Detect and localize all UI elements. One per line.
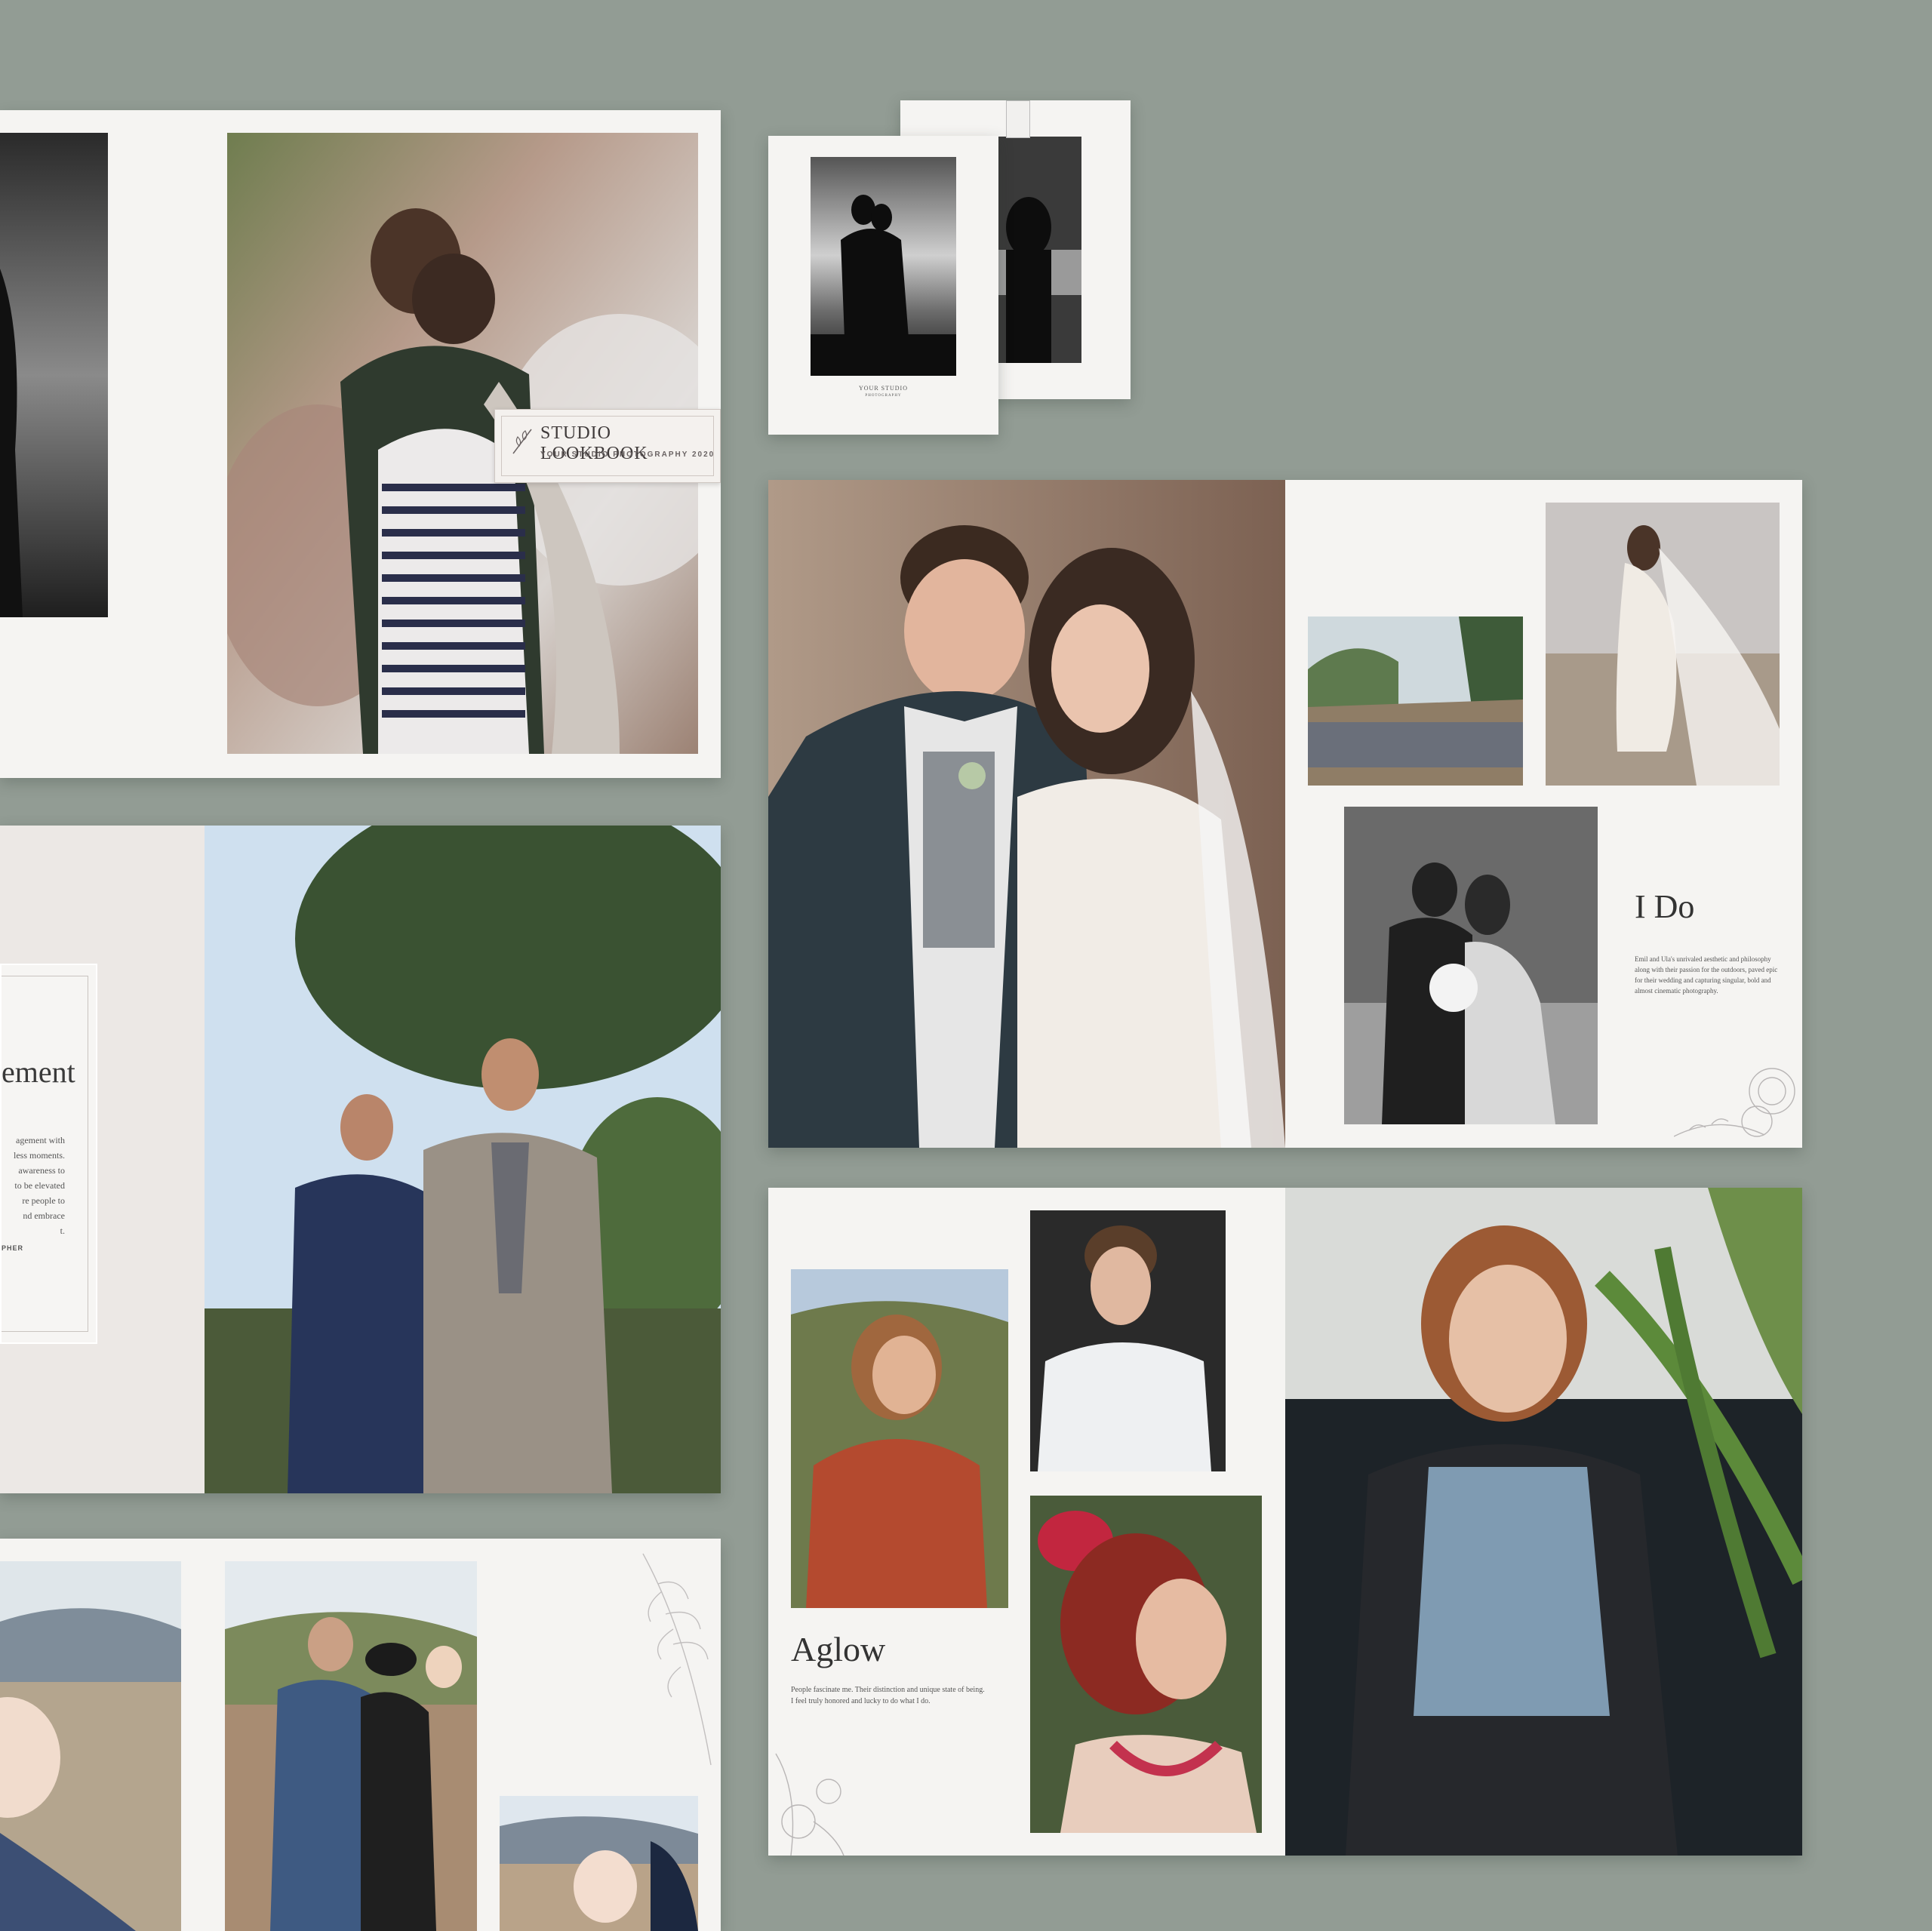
i-do-body: Emil and Ula's unrivaled aesthetic and p… (1635, 955, 1778, 995)
laughing-woman-photo (791, 1269, 1008, 1608)
leaf-ornament-icon (642, 1553, 712, 1766)
card-studio-name: YOUR STUDIO (859, 385, 908, 392)
baby-closeup-photo (500, 1796, 698, 1931)
bw-couple-photo (1344, 807, 1598, 1124)
card-back-photo (998, 137, 1081, 363)
grooms-photo (205, 826, 721, 1493)
floral-ornament-icon (775, 1753, 844, 1856)
lookbook-cover-spread: STUDIO LOOKBOOK YOUR STUDIO PHOTOGRAPHY … (0, 110, 721, 778)
aglow-title: Aglow (791, 1630, 886, 1668)
bride-beach-photo (1546, 503, 1780, 786)
studio-lookbook-badge: STUDIO LOOKBOOK YOUR STUDIO PHOTOGRAPHY … (494, 409, 721, 483)
leaf-icon (512, 429, 532, 454)
headpiece-woman-photo (1030, 1496, 1262, 1833)
wedding-couple-photo (768, 480, 1285, 1148)
aglow-spread: Aglow People fascinate me. Their distinc… (768, 1188, 1802, 1856)
card-silhouette-photo (811, 157, 956, 376)
ceremony-photo (1308, 617, 1523, 786)
engagement-credit: PHER (2, 1244, 24, 1252)
bw-silhouette-photo (0, 133, 108, 617)
family-photo (225, 1561, 477, 1931)
overalls-woman-photo (1285, 1188, 1802, 1856)
floral-ornament-icon (1674, 1068, 1795, 1137)
i-do-spread: I Do Emil and Ula's unrivaled aesthetic … (768, 480, 1802, 1148)
card-front: YOUR STUDIO PHOTOGRAPHY (768, 136, 998, 435)
young-man-photo (1030, 1210, 1226, 1471)
card-studio-sub: PHOTOGRAPHY (865, 394, 902, 398)
engagement-text-panel: ement agement with less moments. awarene… (0, 964, 97, 1344)
family-spread (0, 1539, 721, 1931)
landscape-baby-photo (0, 1561, 181, 1931)
lookbook-subtitle: YOUR STUDIO PHOTOGRAPHY 2020 (540, 450, 715, 459)
card-tag (1006, 100, 1030, 138)
aglow-body: People fascinate me. Their distinction a… (791, 1686, 985, 1705)
engagement-spread: ement agement with less moments. awarene… (0, 826, 721, 1493)
engagement-title: ement (2, 1055, 75, 1089)
engagement-text: agement with less moments. awareness to … (14, 1135, 65, 1236)
i-do-title: I Do (1635, 888, 1695, 925)
